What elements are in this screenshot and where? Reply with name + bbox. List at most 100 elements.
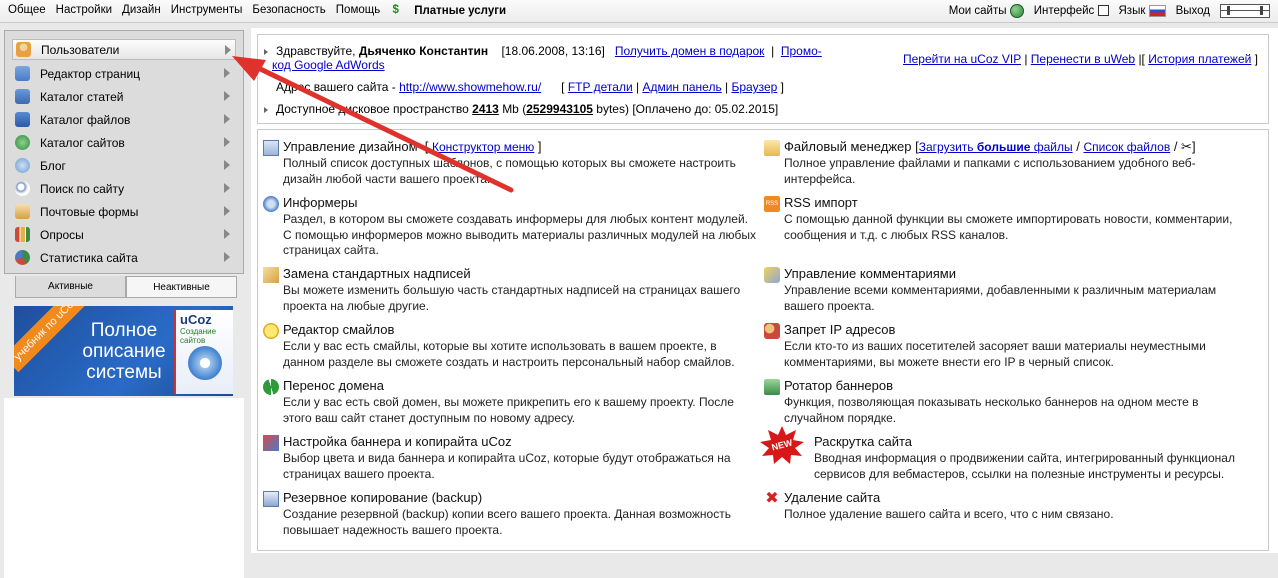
sites-icon: [15, 135, 30, 150]
main-menu: Общее Настройки Дизайн Инструменты Безоп…: [8, 4, 526, 17]
sidebar-item-sites[interactable]: Каталог сайтов: [12, 132, 234, 153]
sidebar-item-blog[interactable]: Блог: [12, 155, 234, 176]
top-menu-bar: Общее Настройки Дизайн Инструменты Безоп…: [0, 0, 1278, 23]
module-title-link[interactable]: Перенос домена: [283, 378, 384, 393]
module-title-link[interactable]: Управление комментариями: [784, 266, 956, 281]
sidebar-item-label: Пользователи: [41, 42, 120, 57]
width-slider[interactable]: [1220, 4, 1270, 18]
upload-word: Загрузить: [918, 140, 974, 154]
checkbox-icon: [1097, 5, 1109, 17]
rss-icon: RSS: [764, 196, 780, 212]
module-title-link[interactable]: Резервное копирование (backup): [283, 490, 482, 505]
module-description: Раздел, в котором вы сможете создавать и…: [283, 212, 757, 257]
tab-active[interactable]: Активные: [15, 276, 126, 298]
language-select[interactable]: Язык: [1119, 4, 1166, 17]
menu-help[interactable]: Помощь: [336, 4, 380, 17]
module-description: Полное удаление вашего сайта и всего, чт…: [784, 507, 1114, 521]
module-description: Управление всеми комментариями, добавлен…: [784, 283, 1217, 313]
module-title-link[interactable]: Раскрутка сайта: [814, 434, 912, 449]
files-icon: [15, 112, 30, 127]
menu-settings[interactable]: Настройки: [56, 4, 112, 17]
sidebar-item-search[interactable]: Поиск по сайту: [12, 178, 234, 199]
module-title-link[interactable]: Файловый менеджер: [784, 139, 912, 154]
sidebar-item-page-editor[interactable]: Редактор страниц: [12, 63, 234, 84]
scissors-icon[interactable]: ✂: [1181, 139, 1192, 154]
chevron-right-icon: [224, 229, 230, 239]
module-title-link[interactable]: Запрет IP адресов: [784, 322, 895, 337]
interface-toggle[interactable]: Интерфейс: [1034, 5, 1109, 17]
menu-design[interactable]: Дизайн: [122, 4, 161, 17]
sidebar-item-articles[interactable]: Каталог статей: [12, 86, 234, 107]
russian-flag-icon: [1148, 4, 1166, 17]
sidebar-item-label: Почтовые формы: [40, 204, 139, 219]
sidebar-item-label: Поиск по сайту: [40, 181, 125, 196]
disk-bytes: 2529943105: [526, 102, 593, 116]
top-right-menu: Мои сайты Интерфейс Язык Выход: [949, 4, 1270, 18]
replace-text-icon: [263, 267, 279, 283]
file-list-link[interactable]: Список файлов: [1084, 140, 1171, 154]
ip-ban-icon: [764, 323, 780, 339]
module-description: Функция, позволяющая показывать нескольк…: [784, 395, 1199, 425]
module-title-link[interactable]: Ротатор баннеров: [784, 378, 893, 393]
menu-tools[interactable]: Инструменты: [171, 4, 243, 17]
cd-disc-icon: [188, 346, 222, 380]
domain-gift-link[interactable]: Получить домен в подарок: [615, 44, 765, 58]
sidebar-tabs: Активные Неактивные: [15, 276, 237, 298]
banner-text: Полное описание системы: [72, 320, 176, 383]
promo-code-link-1[interactable]: Промо-: [781, 44, 822, 58]
sidebar-item-files[interactable]: Каталог файлов: [12, 109, 234, 130]
sidebar-item-label: Опросы: [40, 227, 84, 242]
sidebar-blank-area: [4, 398, 244, 578]
big-word: большие: [976, 140, 1031, 154]
menu-paid-services[interactable]: $ Платные услуги: [390, 4, 516, 17]
ftp-details-link[interactable]: FTP детали: [568, 80, 633, 94]
banner-line: описание: [82, 341, 166, 362]
banner-rotator-icon: [764, 379, 780, 395]
sidebar-item-label: Статистика сайта: [40, 250, 138, 265]
new-badge-icon: NEW: [760, 426, 804, 464]
logout-link[interactable]: Выход: [1176, 5, 1210, 17]
payment-history-link[interactable]: История платежей: [1148, 52, 1251, 66]
ucoz-brand: uCoz: [180, 312, 212, 327]
module-title-link[interactable]: Замена стандартных надписей: [283, 266, 471, 281]
tutorial-banner[interactable]: учебник по uCoz Полное описание системы …: [14, 306, 233, 396]
module-title-link[interactable]: RSS импорт: [784, 195, 858, 210]
module-title-link[interactable]: Редактор смайлов: [283, 322, 394, 337]
module-title-link[interactable]: Настройка баннера и копирайта uCoz: [283, 434, 512, 449]
banner-line: Полное: [90, 320, 158, 341]
paid-until: [Оплачено до: 05.02.2015]: [632, 102, 779, 116]
admin-panel-link[interactable]: Админ панель: [642, 80, 721, 94]
red-arrow-annotation: [232, 56, 514, 193]
menu-security[interactable]: Безопасность: [252, 4, 325, 17]
sidebar-item-polls[interactable]: Опросы: [12, 224, 234, 245]
sidebar-item-stats[interactable]: Статистика сайта: [12, 247, 234, 268]
account-links: Перейти на uCoz VIP | Перенести в uWeb |…: [902, 52, 1258, 66]
module-description: Полное управление файлами и папками с ис…: [784, 156, 1196, 186]
tab-inactive[interactable]: Неактивные: [126, 276, 237, 298]
module-description: Если у вас есть смайлы, которые вы хотит…: [283, 339, 735, 369]
user-icon: [16, 42, 31, 57]
domain-transfer-icon: [263, 379, 279, 395]
upload-big-files-link[interactable]: Загрузить большие файлы: [919, 140, 1073, 154]
files-word: файлы: [1033, 140, 1073, 154]
module-description: С помощью данной функции вы сможете импо…: [784, 212, 1233, 242]
module-title-link[interactable]: Удаление сайта: [784, 490, 880, 505]
sidebar-item-users[interactable]: Пользователи: [12, 39, 236, 60]
bracket-close: ]: [1191, 139, 1196, 154]
my-sites-link[interactable]: Мои сайты: [949, 4, 1024, 18]
sidebar-item-label: Каталог файлов: [40, 112, 131, 127]
module-description: Если у вас есть свой домен, вы можете пр…: [283, 395, 734, 425]
transfer-uweb-link[interactable]: Перенести в uWeb: [1031, 52, 1135, 66]
smiley-icon: [263, 323, 279, 339]
sidebar-item-mail-forms[interactable]: Почтовые формы: [12, 201, 234, 222]
chevron-right-icon: [224, 206, 230, 216]
stats-icon: [15, 250, 30, 265]
folder-icon: [764, 140, 780, 156]
sidebar: Пользователи Редактор страниц Каталог ст…: [4, 30, 244, 274]
ucoz-vip-link[interactable]: Перейти на uCoz VIP: [903, 52, 1021, 66]
delete-icon: ✖: [765, 490, 779, 507]
comments-icon: [764, 267, 780, 283]
browser-link[interactable]: Браузер: [732, 80, 778, 94]
banner-line: системы: [86, 362, 162, 383]
menu-general[interactable]: Общее: [8, 4, 46, 17]
